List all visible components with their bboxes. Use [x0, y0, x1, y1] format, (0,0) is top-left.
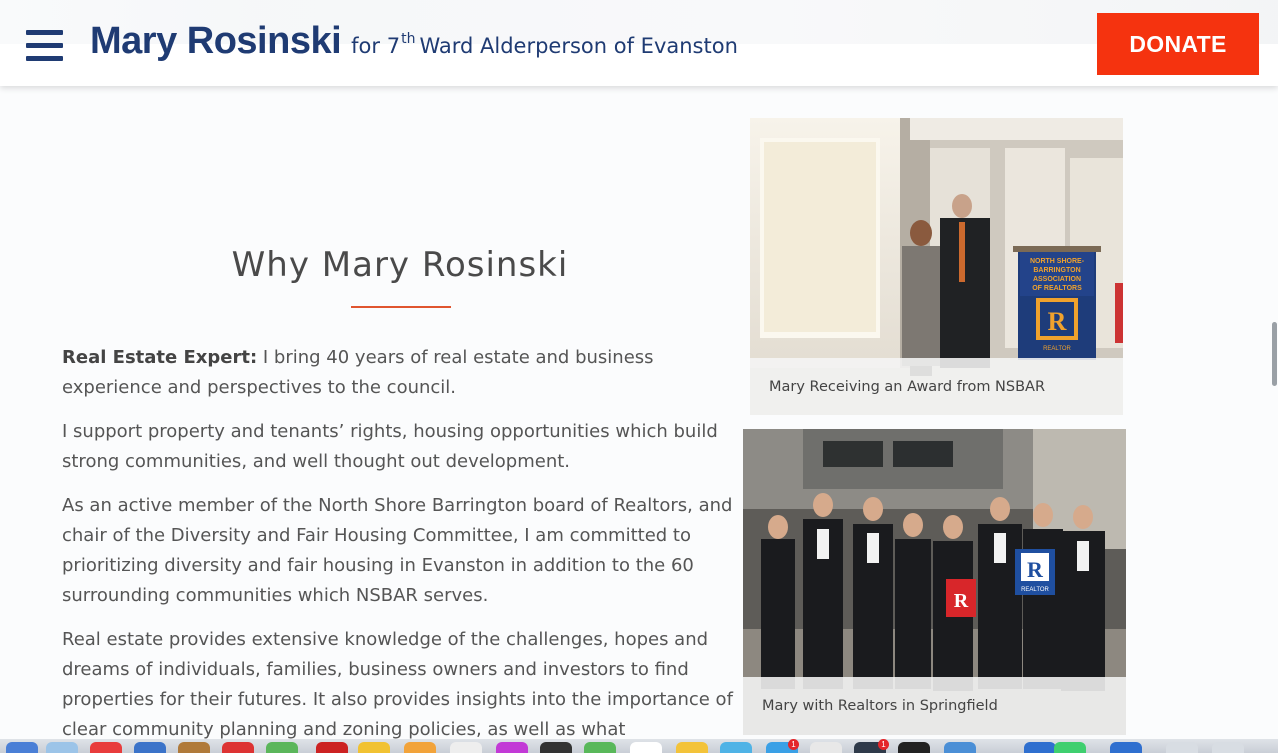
paragraph-text: I support property and tenants’ rights, … [62, 421, 718, 472]
app-icon[interactable] [1110, 742, 1142, 753]
paragraph-lead: Real Estate Expert: [62, 347, 258, 368]
photo-springfield[interactable]: R R REALTOR Mary with Realtors in Spring… [743, 429, 1126, 735]
menu-bar [26, 43, 63, 48]
photo-award[interactable]: NORTH SHORE- BARRINGTON ASSOCIATION OF R… [750, 118, 1123, 415]
svg-text:ASSOCIATION: ASSOCIATION [1033, 276, 1081, 283]
app-icon[interactable] [1054, 742, 1086, 753]
paragraph: Real estate provides extensive knowledge… [62, 625, 742, 753]
app-icon[interactable] [90, 742, 122, 753]
donate-button[interactable]: DONATE [1097, 13, 1259, 75]
section-title: Why Mary Rosinski [231, 245, 569, 285]
photo-caption: Mary Receiving an Award from NSBAR [750, 358, 1123, 415]
app-icon[interactable] [266, 742, 298, 753]
svg-text:OF REALTORS: OF REALTORS [1032, 285, 1082, 292]
notes-icon[interactable] [358, 742, 390, 753]
dock: 1 1 [0, 739, 1278, 753]
site-title[interactable]: Mary Rosinski for 7th Ward Alderperson of… [90, 20, 738, 70]
calendar-icon[interactable] [222, 742, 254, 753]
app-icon[interactable] [178, 742, 210, 753]
safari-icon[interactable] [46, 742, 78, 753]
downloads-icon[interactable] [1166, 742, 1198, 753]
app-icon[interactable] [1024, 742, 1056, 753]
app-icon[interactable] [630, 742, 662, 753]
site-header: Mary Rosinski for 7th Ward Alderperson of… [0, 0, 1278, 86]
paragraph: Real Estate Expert: I bring 40 years of … [62, 343, 742, 403]
app-icon[interactable] [134, 742, 166, 753]
paragraph: I support property and tenants’ rights, … [62, 417, 742, 477]
page: Mary Rosinski for 7th Ward Alderperson of… [0, 0, 1278, 753]
app-icon[interactable] [720, 742, 752, 753]
svg-text:REALTOR: REALTOR [1021, 587, 1049, 593]
main-content: Real Estate Expert: I bring 40 years of … [62, 343, 742, 753]
tagline-prefix: for 7 [351, 34, 401, 58]
app-icon[interactable] [676, 742, 708, 753]
site-tagline: for 7th Ward Alderperson of Evanston [351, 31, 738, 58]
candidate-name: Mary Rosinski [90, 20, 342, 62]
scrollbar-thumb[interactable] [1272, 322, 1277, 386]
paragraph: As an active member of the North Shore B… [62, 491, 742, 611]
section-divider [351, 306, 451, 308]
svg-text:R: R [1048, 307, 1067, 336]
finder-icon[interactable] [6, 742, 38, 753]
svg-text:REALTOR: REALTOR [1043, 346, 1071, 352]
trash-icon[interactable] [1212, 742, 1244, 753]
itunes-icon[interactable] [496, 742, 528, 753]
app-icon[interactable] [540, 742, 572, 753]
notification-badge: 1 [788, 739, 799, 750]
svg-text:R: R [1027, 557, 1044, 582]
menu-bar [26, 56, 63, 61]
menu-bar [26, 30, 63, 35]
app-icon[interactable] [316, 742, 348, 753]
terminal-icon[interactable] [898, 742, 930, 753]
paragraph-text: Real estate provides extensive knowledge… [62, 629, 733, 753]
tagline-suffix: Ward Alderperson of Evanston [419, 34, 738, 58]
svg-text:BARRINGTON: BARRINGTON [1033, 267, 1080, 274]
notification-badge: 1 [878, 739, 889, 750]
paragraph-text: As an active member of the North Shore B… [62, 495, 733, 606]
app-icon[interactable] [584, 742, 616, 753]
svg-text:R: R [954, 590, 969, 612]
app-icon[interactable] [810, 742, 842, 753]
app-icon[interactable] [450, 742, 482, 753]
svg-text:NORTH SHORE-: NORTH SHORE- [1030, 258, 1085, 265]
app-icon[interactable] [944, 742, 976, 753]
app-icon[interactable] [404, 742, 436, 753]
hamburger-menu-icon[interactable] [26, 30, 64, 62]
photo-caption: Mary with Realtors in Springfield [743, 677, 1126, 735]
tagline-ordinal: th [401, 31, 416, 47]
